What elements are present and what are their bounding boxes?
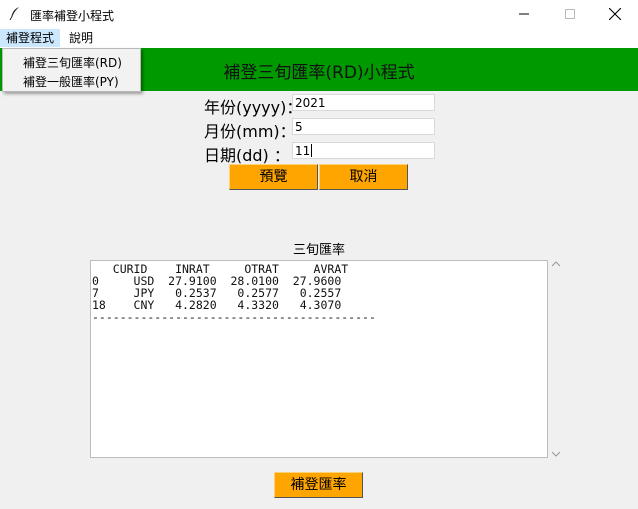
month-label: 月份(mm)： bbox=[204, 122, 296, 141]
rates-section-title: 三旬匯率 bbox=[292, 243, 345, 258]
day-label: 日期(dd) ： bbox=[204, 146, 290, 165]
textarea-scrollbar[interactable] bbox=[549, 260, 563, 458]
feather-icon bbox=[9, 7, 19, 20]
text-cursor bbox=[311, 144, 313, 157]
minimize-icon bbox=[519, 13, 529, 15]
scroll-down-icon[interactable] bbox=[551, 451, 561, 457]
menu-program[interactable]: 補登程式 bbox=[0, 29, 61, 47]
scroll-up-icon[interactable] bbox=[551, 261, 561, 267]
year-label: 年份(yyyy)： bbox=[204, 98, 303, 117]
menu-item-py[interactable]: 補登一般匯率(PY) bbox=[23, 73, 119, 90]
title-bar: 匯率補登小程式 bbox=[0, 0, 638, 28]
year-input[interactable]: 2021 bbox=[292, 94, 435, 111]
program-dropdown-menu: 補登三旬匯率(RD) 補登一般匯率(PY) bbox=[2, 48, 141, 92]
window-title: 匯率補登小程式 bbox=[30, 9, 115, 23]
maximize-icon bbox=[565, 9, 575, 19]
maximize-button[interactable] bbox=[547, 0, 593, 28]
cancel-button[interactable]: 取消 bbox=[319, 164, 408, 190]
day-value: 11 bbox=[295, 144, 311, 158]
preview-button[interactable]: 預覽 bbox=[229, 164, 318, 190]
minimize-button[interactable] bbox=[501, 0, 547, 28]
rates-textarea[interactable]: CURID INRAT OTRAT AVRAT 0 USD 27.9100 28… bbox=[90, 260, 548, 458]
submit-rates-button[interactable]: 補登匯率 bbox=[274, 472, 363, 498]
table-separator: ----------------------------------------… bbox=[92, 310, 376, 324]
rates-table: CURID INRAT OTRAT AVRAT 0 USD 27.9100 28… bbox=[92, 263, 376, 323]
year-value: 2021 bbox=[295, 96, 326, 110]
menu-bar: 補登程式 說明 bbox=[0, 28, 638, 48]
day-input[interactable]: 11 bbox=[292, 142, 435, 159]
close-button[interactable] bbox=[592, 0, 638, 28]
month-input[interactable]: 5 bbox=[292, 118, 435, 135]
month-value: 5 bbox=[295, 120, 303, 134]
menu-item-rd[interactable]: 補登三旬匯率(RD) bbox=[23, 54, 122, 71]
menu-help[interactable]: 說明 bbox=[63, 29, 99, 47]
close-icon bbox=[609, 8, 621, 20]
